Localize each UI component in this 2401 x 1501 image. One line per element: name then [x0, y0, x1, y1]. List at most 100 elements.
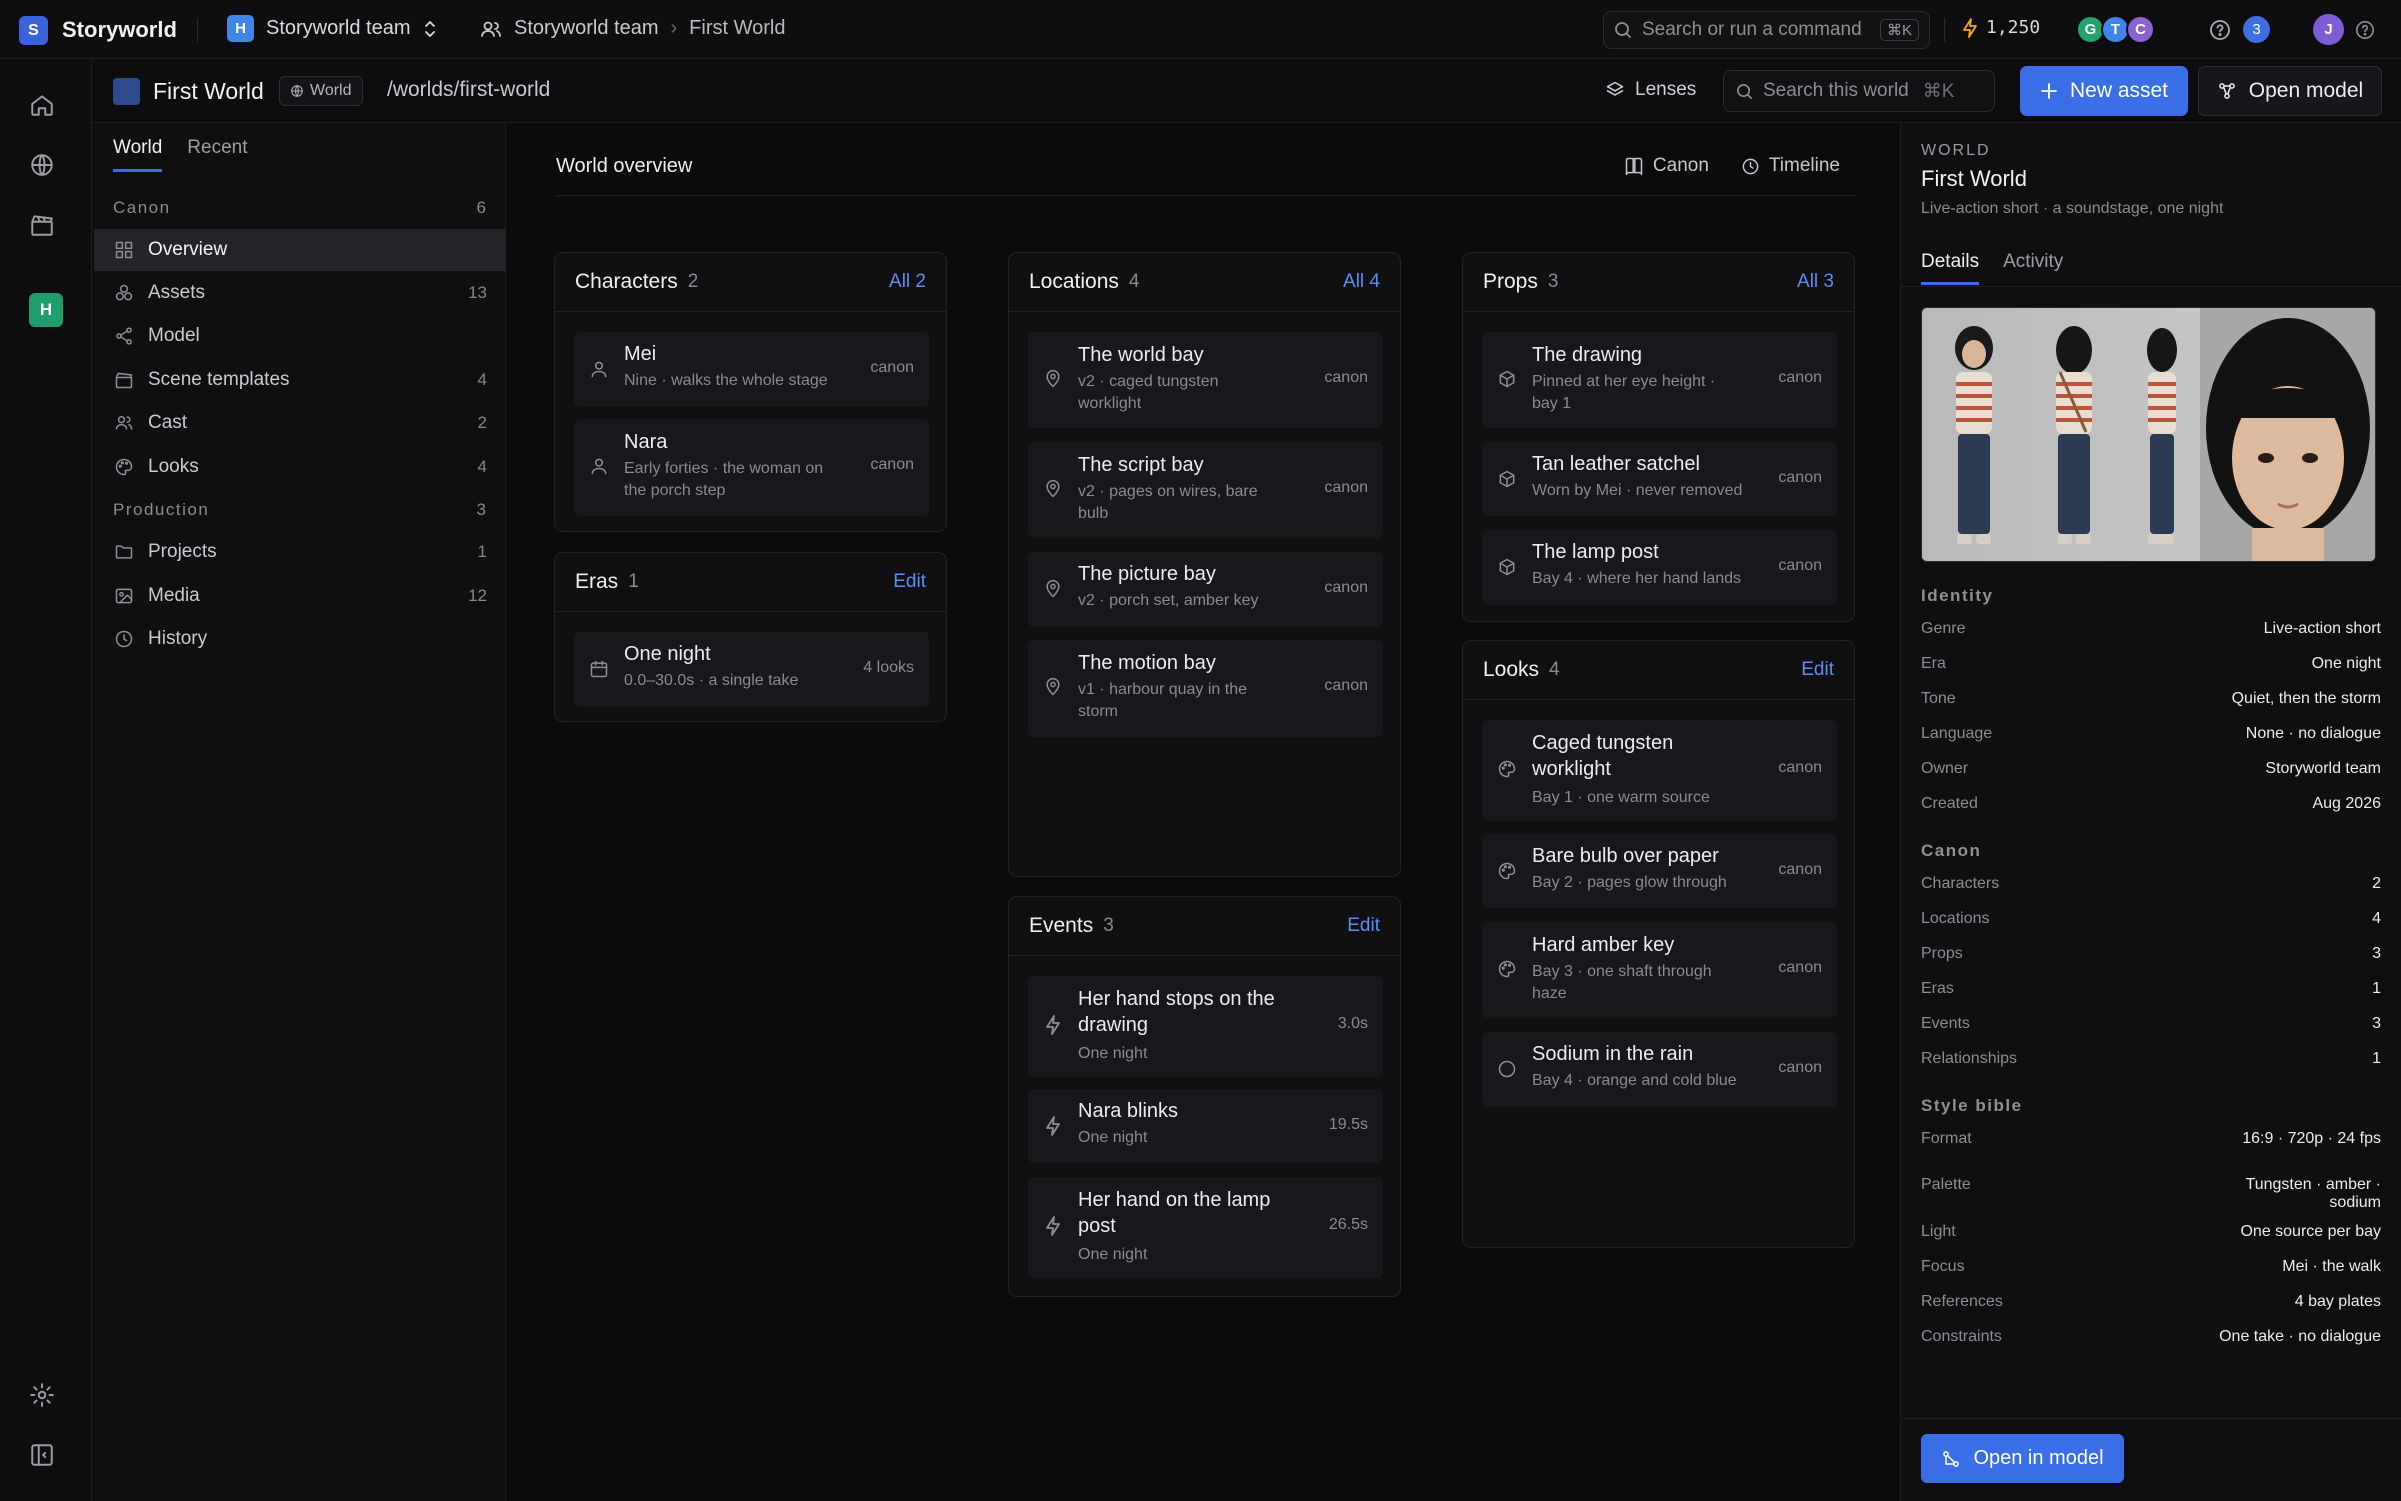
- locations-card: Locations 4 All 4 The world bay v2 · cag…: [1008, 252, 1401, 877]
- list-item[interactable]: Mei Nine · walks the whole stage canon: [574, 332, 929, 407]
- team-switcher-label: Storyworld team: [266, 17, 411, 39]
- detail-value: Quiet, then the storm: [2231, 690, 2381, 707]
- list-item[interactable]: Tan leather satchel Worn by Mei · never …: [1482, 442, 1837, 516]
- card-header: Looks 4 Edit: [1463, 641, 1854, 700]
- command-search[interactable]: Search or run a command ⌘K: [1603, 11, 1930, 49]
- edit-events-link[interactable]: Edit: [1347, 915, 1380, 937]
- item-title: Mei: [624, 343, 657, 365]
- tab-activity[interactable]: Activity: [2003, 251, 2063, 285]
- edit-eras-link[interactable]: Edit: [893, 571, 926, 593]
- list-item[interactable]: The drawing Pinned at her eye height · b…: [1482, 332, 1837, 428]
- view-all-props-link[interactable]: All 3: [1797, 271, 1834, 293]
- card-count: 3: [1103, 915, 1114, 936]
- eras-card: Eras 1 Edit One night 0.0–30.0s · a sing…: [554, 552, 947, 722]
- detail-key: Relationships: [1921, 1050, 2018, 1067]
- list-item[interactable]: Caged tungsten worklight Bay 1 · one war…: [1482, 720, 1837, 821]
- tab-details[interactable]: Details: [1921, 251, 1980, 285]
- status-badge: canon: [1778, 759, 1822, 776]
- avatar[interactable]: C: [2126, 15, 2155, 44]
- list-item[interactable]: The picture bay v2 · porch set, amber ke…: [1028, 552, 1383, 627]
- notification-badge[interactable]: 3: [2243, 16, 2270, 43]
- breadcrumb: Storyworld team › First World: [480, 17, 785, 40]
- canon-link[interactable]: Canon: [1624, 155, 1709, 177]
- list-item[interactable]: Nara Early forties · the woman on the po…: [574, 419, 929, 516]
- canon-link-label: Canon: [1652, 155, 1709, 176]
- edit-looks-link[interactable]: Edit: [1801, 659, 1834, 681]
- collaborator-avatars[interactable]: G T C: [2076, 15, 2155, 44]
- app-logo[interactable]: S: [19, 16, 48, 45]
- view-all-locations-link[interactable]: All 4: [1343, 271, 1380, 293]
- list-item[interactable]: One night 0.0–30.0s · a single take 4 lo…: [574, 632, 929, 707]
- map-pin-icon: [1046, 677, 1060, 696]
- list-item[interactable]: Her hand on the lamp post One night 26.5…: [1028, 1177, 1383, 1278]
- timestamp: 3.0s: [1337, 1015, 1368, 1032]
- sidebar-item-count: 1: [477, 542, 487, 561]
- open-model-button[interactable]: Open model: [2198, 66, 2382, 116]
- list-item[interactable]: The script bay v2 · pages on wires, bare…: [1028, 442, 1383, 538]
- user-avatar[interactable]: J: [2313, 14, 2344, 45]
- timeline-link[interactable]: Timeline: [1741, 155, 1840, 177]
- detail-value: 4: [2372, 910, 2381, 927]
- plus-icon: [2041, 83, 2057, 99]
- list-item[interactable]: Nara blinks One night 19.5s: [1028, 1089, 1383, 1163]
- sidebar-item-projects[interactable]: Projects 1: [94, 531, 506, 573]
- item-subtitle: Bay 2 · pages glow through: [1532, 874, 1727, 891]
- divider: [1944, 18, 1945, 42]
- sidebar-item-scene-templates[interactable]: Scene templates 4: [94, 359, 506, 401]
- card-header: Events 3 Edit: [1009, 897, 1400, 956]
- list-item[interactable]: The motion bay v1 · harbour quay in the …: [1028, 640, 1383, 737]
- item-subtitle: Worn by Mei · never removed: [1532, 482, 1743, 499]
- new-asset-button[interactable]: New asset: [2020, 66, 2188, 116]
- world-search-input[interactable]: Search this world ⌘K: [1723, 70, 1995, 112]
- open-in-model-button[interactable]: Open in model: [1921, 1434, 2124, 1483]
- list-item[interactable]: The lamp post Bay 4 · where her hand lan…: [1482, 530, 1837, 605]
- list-item[interactable]: Sodium in the rain Bay 4 · orange and co…: [1482, 1032, 1837, 1107]
- item-subtitle: v1 · harbour quay in the: [1078, 681, 1247, 698]
- detail-key: Light: [1921, 1223, 1956, 1240]
- item-subtitle: the porch step: [624, 482, 726, 499]
- card-count: 3: [1547, 271, 1559, 292]
- detail-key: Eras: [1921, 980, 1954, 997]
- clapperboard-icon: [115, 372, 133, 389]
- item-title: drawing: [1078, 1014, 1149, 1036]
- item-title: One night: [624, 643, 711, 665]
- sidebar-item-media[interactable]: Media 12: [94, 575, 506, 617]
- lenses-button[interactable]: Lenses: [1605, 79, 1696, 101]
- breadcrumb-world[interactable]: First World: [689, 17, 785, 40]
- tab-world[interactable]: World: [113, 137, 163, 172]
- credits-counter[interactable]: 1,250: [1962, 17, 2040, 38]
- breadcrumb-team[interactable]: Storyworld team: [514, 17, 659, 40]
- card-count: 1: [628, 571, 639, 592]
- sidebar-item-count: 2: [477, 413, 487, 432]
- sidebar-item-cast[interactable]: Cast 2: [94, 402, 506, 444]
- sidebar-item-looks[interactable]: Looks 4: [94, 446, 506, 488]
- team-switcher[interactable]: H Storyworld team: [227, 15, 437, 42]
- world-path: /worlds/first-world: [387, 78, 551, 101]
- sidebar-item-overview[interactable]: Overview: [94, 229, 506, 271]
- status-badge: canon: [1778, 959, 1822, 976]
- tab-recent[interactable]: Recent: [187, 137, 247, 172]
- workspace-badge[interactable]: H: [29, 293, 63, 327]
- home-icon[interactable]: [29, 92, 55, 118]
- character-reference-image[interactable]: [1921, 307, 2376, 562]
- overview-header: World overview Canon Timeline: [556, 140, 1856, 196]
- help-circle-icon[interactable]: [2355, 20, 2375, 40]
- list-item[interactable]: The world bay v2 · caged tungsten workli…: [1028, 332, 1383, 428]
- list-item[interactable]: Hard amber key Bay 3 · one shaft through…: [1482, 922, 1837, 1018]
- list-item[interactable]: Bare bulb over paper Bay 2 · pages glow …: [1482, 834, 1837, 908]
- box-icon: [1499, 470, 1515, 488]
- sidebar-item-model[interactable]: Model: [94, 315, 506, 357]
- card-count: 4: [1549, 659, 1560, 680]
- sidebar-item-history[interactable]: History: [94, 618, 506, 660]
- palette-icon: [115, 458, 133, 476]
- section-canon: Canon: [1921, 841, 1982, 860]
- view-all-characters-link[interactable]: All 2: [889, 271, 926, 293]
- divider: [197, 18, 198, 42]
- sidebar-item-assets[interactable]: Assets 13: [94, 272, 506, 314]
- clapperboard-icon[interactable]: [29, 212, 55, 238]
- list-item[interactable]: Her hand stops on the drawing One night …: [1028, 976, 1383, 1077]
- help-icon[interactable]: [2209, 19, 2231, 41]
- sidebar-toggle-icon[interactable]: [29, 1442, 55, 1468]
- globe-icon[interactable]: [29, 152, 55, 178]
- gear-icon[interactable]: [29, 1382, 55, 1408]
